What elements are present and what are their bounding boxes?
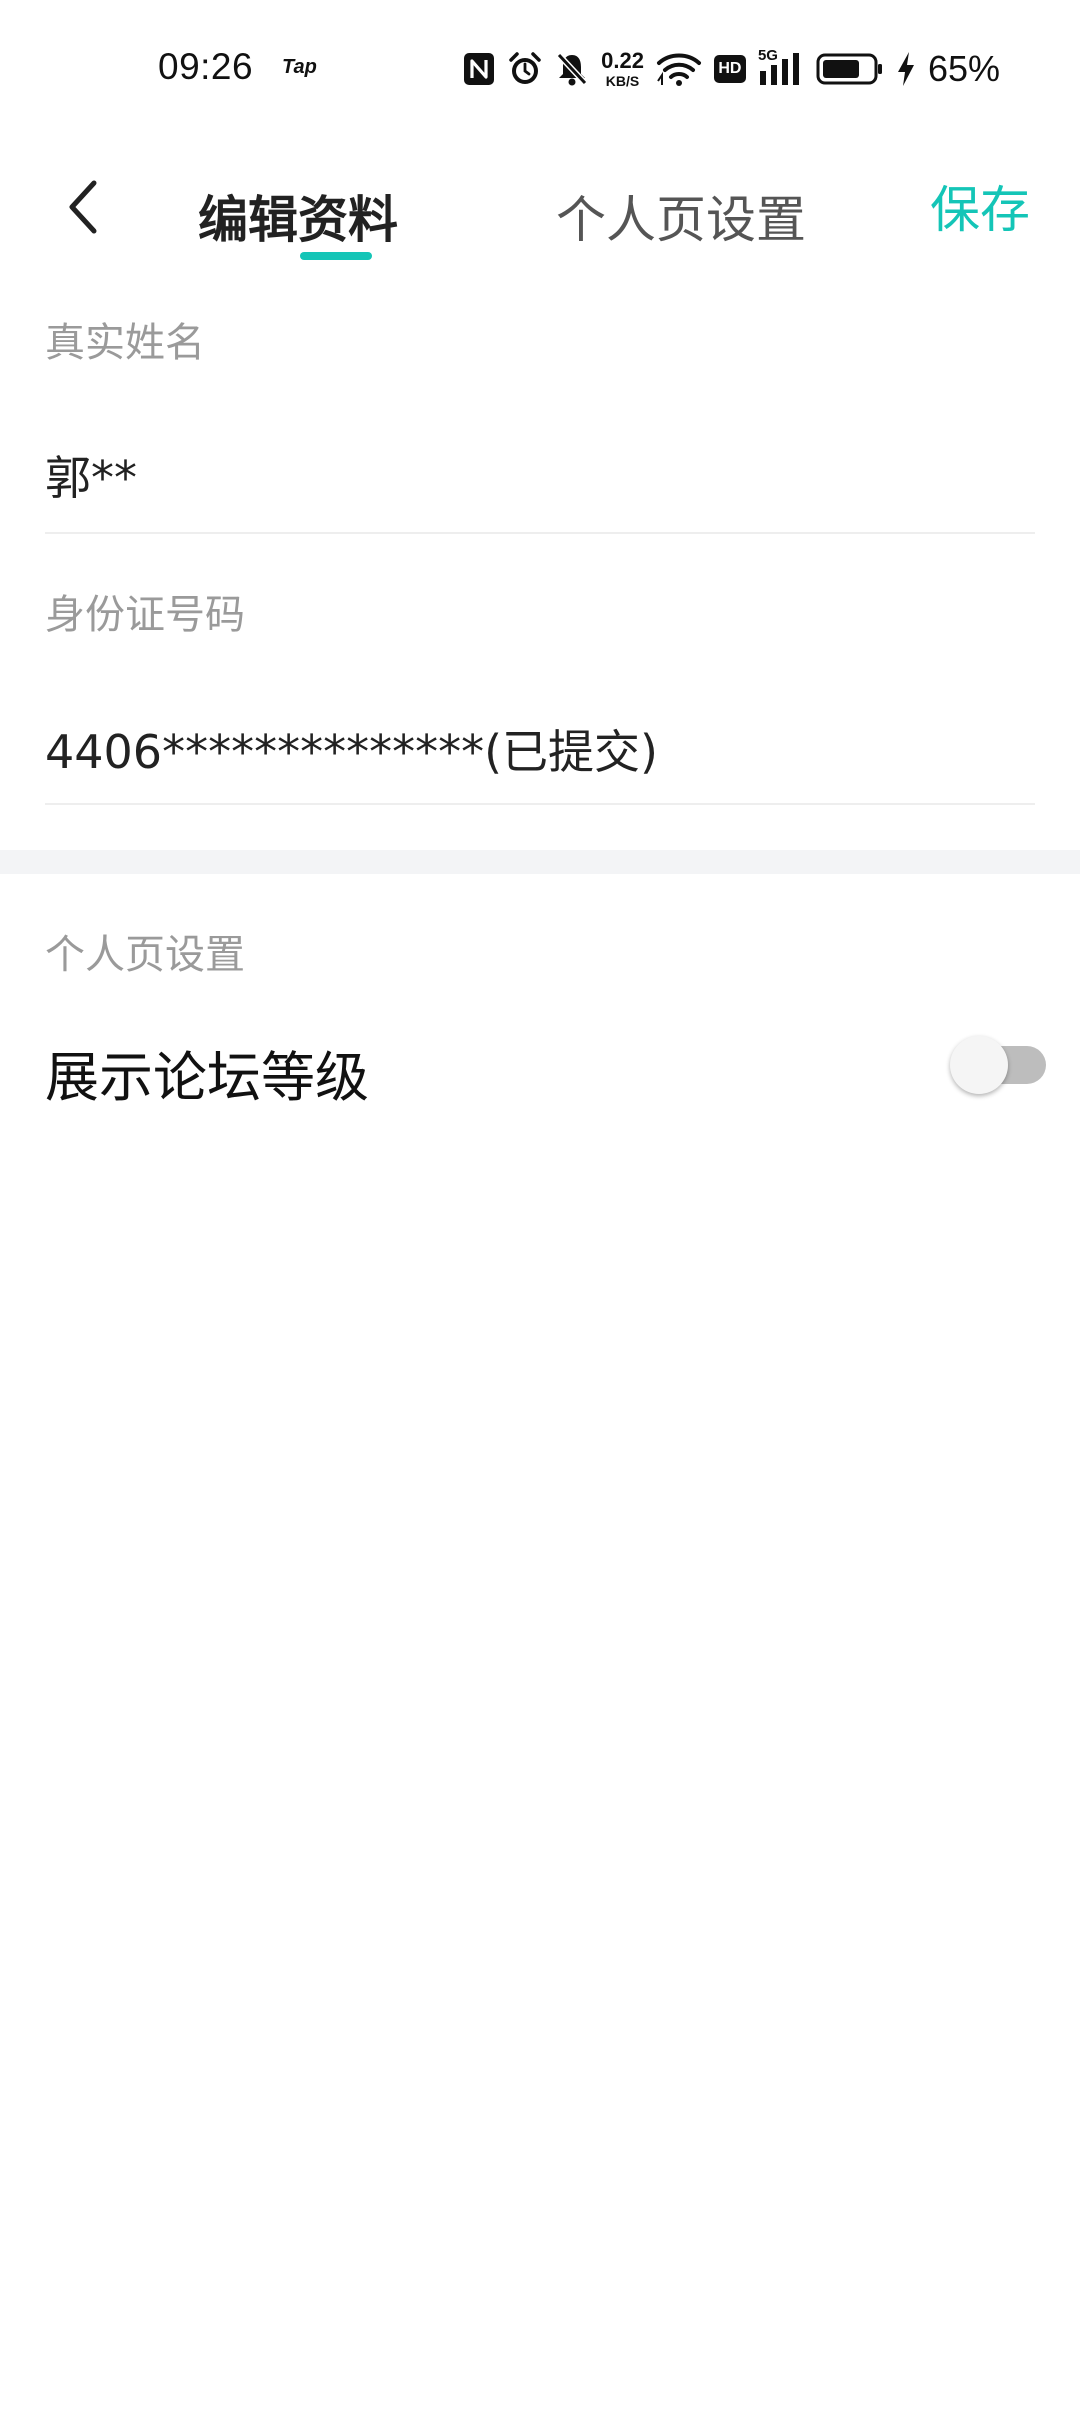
hd-icon: HD [713, 55, 746, 83]
nfc-icon [463, 49, 495, 89]
tab-edit-profile[interactable]: 编辑资料 [198, 180, 398, 252]
mute-bell-icon [555, 49, 589, 89]
status-app-badge: Tap [282, 56, 317, 78]
alarm-icon [507, 49, 543, 89]
status-bar: 09:26 Tap 0.22 KB/S HD 5G 65% [0, 0, 1080, 136]
show-forum-level-toggle[interactable] [950, 1036, 1046, 1094]
real-name-field[interactable]: 郭** [45, 442, 137, 508]
signal-icon: 5G [757, 47, 804, 89]
active-tab-indicator [300, 252, 372, 260]
net-speed-unit: KB/S [605, 73, 640, 89]
tab-personal-settings[interactable]: 个人页设置 [556, 180, 806, 252]
net-speed-value: 0.22 [601, 48, 644, 73]
toggle-knob [950, 1036, 1008, 1094]
chevron-left-icon [69, 180, 97, 234]
network-type: 5G [757, 47, 778, 64]
real-name-label: 真实姓名 [45, 320, 205, 366]
status-icons: 0.22 KB/S HD 5G 65% [463, 44, 1000, 94]
net-speed: 0.22 KB/S [601, 48, 644, 89]
wifi-icon [656, 49, 702, 89]
battery-icon [816, 49, 884, 89]
id-number-field: 4406**************(已提交) [45, 725, 658, 779]
divider [45, 803, 1035, 805]
section-label-personal-settings: 个人页设置 [45, 932, 245, 978]
show-forum-level-label: 展示论坛等级 [45, 1046, 369, 1109]
back-button[interactable] [52, 172, 112, 242]
id-number-label: 身份证号码 [45, 592, 245, 638]
divider [45, 532, 1035, 534]
save-button[interactable]: 保存 [930, 170, 1030, 242]
status-time: 09:26 [158, 46, 254, 87]
section-separator [0, 850, 1080, 874]
charging-icon [896, 49, 916, 89]
battery-percent: 65% [927, 48, 1000, 89]
top-nav: 编辑资料 个人页设置 保存 [0, 136, 1080, 286]
